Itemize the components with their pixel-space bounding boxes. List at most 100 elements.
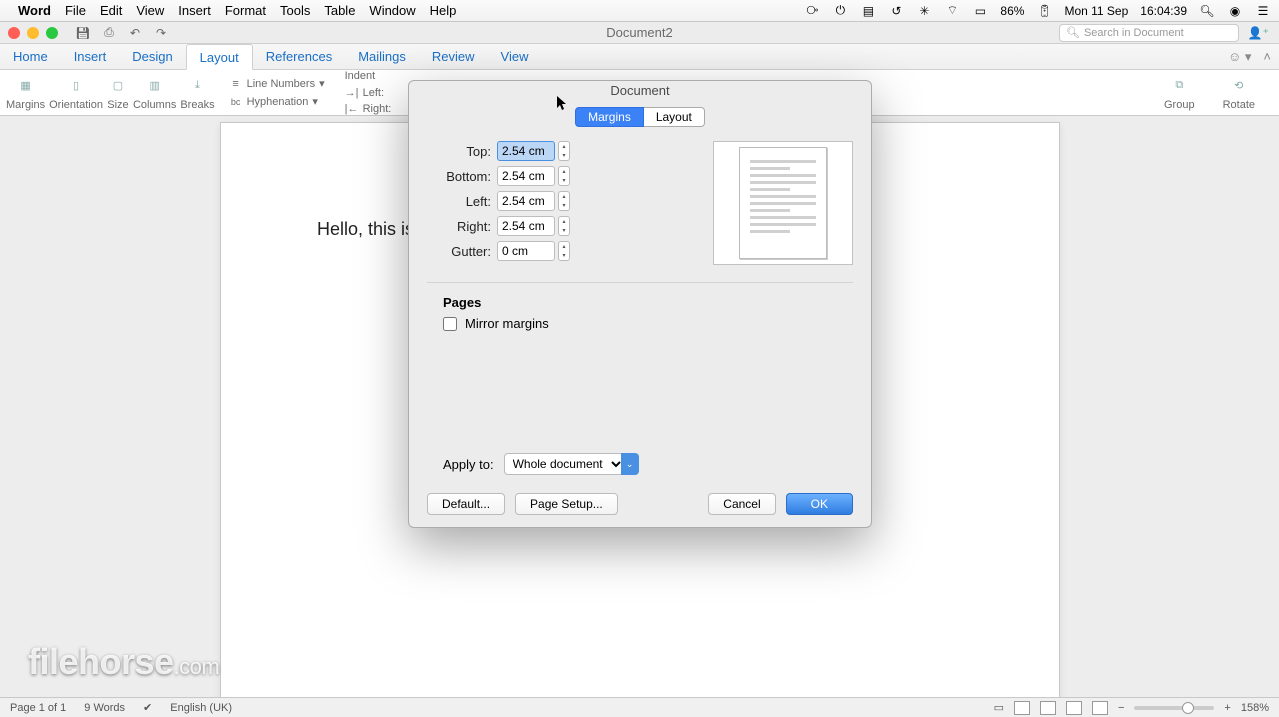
status-page[interactable]: Page 1 of 1 [10, 702, 66, 714]
menu-edit[interactable]: Edit [100, 3, 122, 18]
menu-view[interactable]: View [136, 3, 164, 18]
zoom-window-button[interactable] [46, 27, 58, 39]
bluetooth-icon[interactable]: ✳ [916, 3, 932, 19]
zoom-slider[interactable] [1134, 706, 1214, 710]
margin-gutter-input[interactable] [497, 241, 555, 261]
menu-file[interactable]: File [65, 3, 86, 18]
menubar-time[interactable]: 16:04:39 [1140, 4, 1187, 18]
search-icon: 🔍︎ [1066, 26, 1080, 39]
battery-icon[interactable]: 🔋︎ [1036, 3, 1052, 19]
collapse-ribbon-icon[interactable]: ˄ [1263, 49, 1271, 64]
status-language[interactable]: English (UK) [170, 702, 232, 714]
margins-preview [713, 141, 853, 265]
indent-label: Indent [345, 70, 392, 82]
tab-review[interactable]: Review [419, 44, 488, 69]
menu-help[interactable]: Help [430, 3, 457, 18]
breaks-button[interactable]: ⤓Breaks [180, 75, 214, 111]
hyphenation-button[interactable]: bcHyphenation ▾ [229, 95, 325, 109]
margin-top-stepper[interactable]: ▴▾ [558, 141, 570, 161]
print-layout-view-button[interactable] [1014, 701, 1030, 715]
tab-layout[interactable]: Layout [186, 44, 253, 70]
tab-insert[interactable]: Insert [61, 44, 120, 69]
cancel-button[interactable]: Cancel [708, 493, 775, 515]
siri-icon[interactable]: ◉ [1227, 3, 1243, 19]
share-icon[interactable]: 👤⁺ [1248, 26, 1269, 40]
power-icon[interactable]: ⏻ [832, 3, 848, 19]
indent-left-field[interactable]: →|Left: [345, 86, 392, 100]
outline-view-button[interactable] [1066, 701, 1082, 715]
page-setup-button[interactable]: Page Setup... [515, 493, 618, 515]
apply-to-select[interactable]: Whole document [504, 453, 625, 475]
undo-icon[interactable]: ↶ [127, 25, 143, 41]
status-spellcheck-icon[interactable]: ✔︎ [143, 701, 152, 714]
status-bar: Page 1 of 1 9 Words ✔︎ English (UK) ▭ − … [0, 697, 1279, 717]
minimize-window-button[interactable] [27, 27, 39, 39]
notifications-icon[interactable]: ☰ [1255, 3, 1271, 19]
tab-home[interactable]: Home [0, 44, 61, 69]
size-button[interactable]: ▢Size [107, 75, 129, 111]
group-button: ⧉Group [1164, 75, 1195, 111]
filehorse-watermark: filehorse.com [28, 641, 219, 683]
document-title: Document2 [606, 25, 672, 40]
menubar-date[interactable]: Mon 11 Sep [1064, 4, 1128, 18]
zoom-in-button[interactable]: + [1224, 702, 1230, 714]
indent-right-field[interactable]: |←Right: [345, 102, 392, 116]
focus-view-icon[interactable]: ▭ [994, 701, 1004, 714]
ok-button[interactable]: OK [786, 493, 853, 515]
screen-record-icon[interactable]: ⧂ [804, 3, 820, 19]
margin-left-label: Left: [427, 194, 491, 209]
draft-view-button[interactable] [1092, 701, 1108, 715]
mac-menubar: Word File Edit View Insert Format Tools … [0, 0, 1279, 22]
menu-tools[interactable]: Tools [280, 3, 310, 18]
dialog-tab-margins[interactable]: Margins [575, 107, 644, 127]
activity-icon[interactable]: ▤ [860, 3, 876, 19]
window-titlebar: 💾︎ ⎙ ↶ ↷ Document2 🔍︎ Search in Document… [0, 22, 1279, 44]
dialog-title: Document [409, 81, 871, 101]
battery-percent[interactable]: 86% [1000, 4, 1024, 18]
margin-right-input[interactable] [497, 216, 555, 236]
status-words[interactable]: 9 Words [84, 702, 125, 714]
apply-to-label: Apply to: [443, 457, 494, 472]
orientation-button[interactable]: ▯Orientation [49, 75, 103, 111]
chevron-down-icon: ⌄ [621, 453, 639, 475]
close-window-button[interactable] [8, 27, 20, 39]
columns-button[interactable]: ▥Columns [133, 75, 176, 111]
mirror-margins-checkbox[interactable]: Mirror margins [443, 316, 837, 331]
save-icon[interactable]: 💾︎ [75, 25, 91, 41]
margin-left-input[interactable] [497, 191, 555, 211]
timemachine-icon[interactable]: ↺ [888, 3, 904, 19]
dialog-tabs: Margins Layout [409, 107, 871, 127]
app-name[interactable]: Word [18, 3, 51, 18]
dialog-tab-layout[interactable]: Layout [644, 107, 705, 127]
tab-view[interactable]: View [488, 44, 542, 69]
zoom-out-button[interactable]: − [1118, 702, 1124, 714]
redo-icon[interactable]: ↷ [153, 25, 169, 41]
search-box[interactable]: 🔍︎ Search in Document [1059, 24, 1239, 42]
menu-format[interactable]: Format [225, 3, 266, 18]
rotate-button: ⟲Rotate [1223, 75, 1255, 111]
spotlight-icon[interactable]: 🔍︎ [1199, 3, 1215, 19]
menu-table[interactable]: Table [324, 3, 355, 18]
tab-references[interactable]: References [253, 44, 345, 69]
margin-bottom-input[interactable] [497, 166, 555, 186]
line-numbers-button[interactable]: ≡Line Numbers ▾ [229, 77, 325, 91]
margin-gutter-stepper[interactable]: ▴▾ [558, 241, 570, 261]
web-layout-view-button[interactable] [1040, 701, 1056, 715]
default-button[interactable]: Default... [427, 493, 505, 515]
margin-top-input[interactable] [497, 141, 555, 161]
tab-design[interactable]: Design [119, 44, 185, 69]
zoom-level[interactable]: 158% [1241, 702, 1269, 714]
menu-insert[interactable]: Insert [178, 3, 211, 18]
wifi-icon[interactable]: ⌔ [944, 3, 960, 19]
margin-left-stepper[interactable]: ▴▾ [558, 191, 570, 211]
margin-bottom-stepper[interactable]: ▴▾ [558, 166, 570, 186]
print-icon[interactable]: ⎙ [101, 25, 117, 41]
document-dialog: Document Margins Layout Top: ▴▾ Bottom: … [408, 80, 872, 528]
display-icon[interactable]: ▭ [972, 3, 988, 19]
margin-right-stepper[interactable]: ▴▾ [558, 216, 570, 236]
tab-mailings[interactable]: Mailings [345, 44, 419, 69]
pages-heading: Pages [443, 295, 837, 310]
margins-button[interactable]: ▦Margins [6, 75, 45, 111]
menu-window[interactable]: Window [369, 3, 415, 18]
account-icon[interactable]: ☺ ▾ [1228, 49, 1251, 65]
